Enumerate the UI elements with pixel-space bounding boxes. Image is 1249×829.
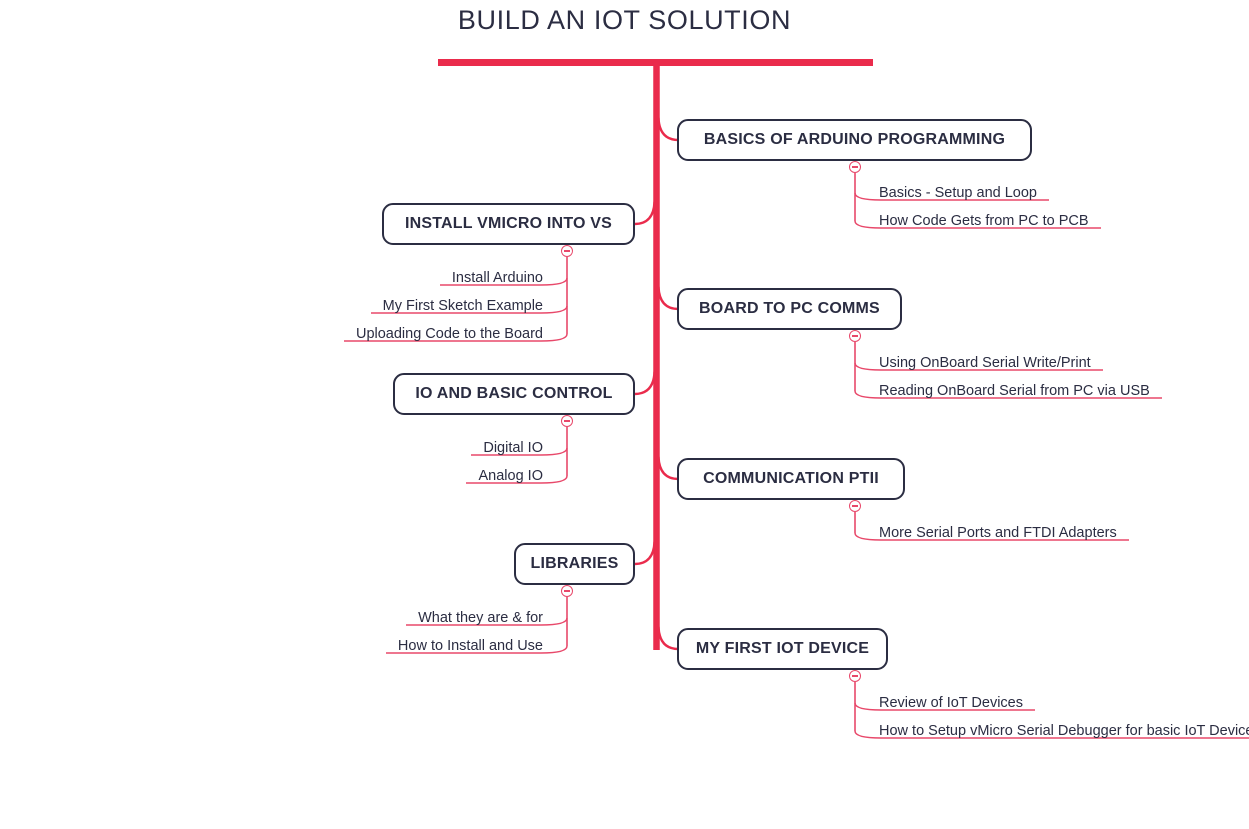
leaf-item[interactable]: What they are & for [410,611,543,626]
minus-circle-icon[interactable] [561,245,573,257]
leaf-item[interactable]: Install Arduino [444,271,543,286]
leaf-item[interactable]: My First Sketch Example [375,299,543,314]
branch-node-basics-of-arduino-programming[interactable]: BASICS OF ARDUINO PROGRAMMING [677,119,1032,161]
leaf-item[interactable]: How to Setup vMicro Serial Debugger for … [879,724,1249,739]
root-title: BUILD AN IOT SOLUTION [457,5,792,35]
branch-node-label: INSTALL VMICRO INTO VS [404,215,613,232]
minus-circle-icon[interactable] [849,161,861,173]
branch-node-install-vmicro-into-vs[interactable]: INSTALL VMICRO INTO VS [382,203,635,245]
leaf-item[interactable]: Basics - Setup and Loop [879,186,1037,201]
branch-node-label: LIBRARIES [530,555,619,572]
minus-circle-icon[interactable] [561,585,573,597]
minus-circle-icon[interactable] [849,500,861,512]
branch-node-label: BOARD TO PC COMMS [699,300,880,317]
branch-node-io-and-basic-control[interactable]: IO AND BASIC CONTROL [393,373,635,415]
branch-node-communication-ptii[interactable]: COMMUNICATION PTII [677,458,905,500]
leaf-item[interactable]: More Serial Ports and FTDI Adapters [879,526,1117,541]
leaf-item[interactable]: Reading OnBoard Serial from PC via USB [879,384,1150,399]
branch-node-label: COMMUNICATION PTII [703,470,879,487]
branch-node-board-to-pc-comms[interactable]: BOARD TO PC COMMS [677,288,902,330]
minus-circle-icon[interactable] [849,330,861,342]
leaf-item[interactable]: Analog IO [470,469,544,484]
minus-circle-icon[interactable] [849,670,861,682]
minus-circle-icon[interactable] [561,415,573,427]
leaf-item[interactable]: Using OnBoard Serial Write/Print [879,356,1091,371]
leaf-item[interactable]: Uploading Code to the Board [348,327,543,342]
branch-node-label: BASICS OF ARDUINO PROGRAMMING [703,131,1006,148]
branch-node-label: IO AND BASIC CONTROL [415,385,613,402]
leaf-item[interactable]: Digital IO [475,441,543,456]
root-underline-bar [438,59,873,66]
leaf-item[interactable]: How Code Gets from PC to PCB [879,214,1089,229]
leaf-item[interactable]: Review of IoT Devices [879,696,1023,711]
branch-node-libraries[interactable]: LIBRARIES [514,543,635,585]
leaf-item[interactable]: How to Install and Use [390,639,543,654]
branch-node-my-first-iot-device[interactable]: MY FIRST IOT DEVICE [677,628,888,670]
branch-node-label: MY FIRST IOT DEVICE [695,640,870,657]
